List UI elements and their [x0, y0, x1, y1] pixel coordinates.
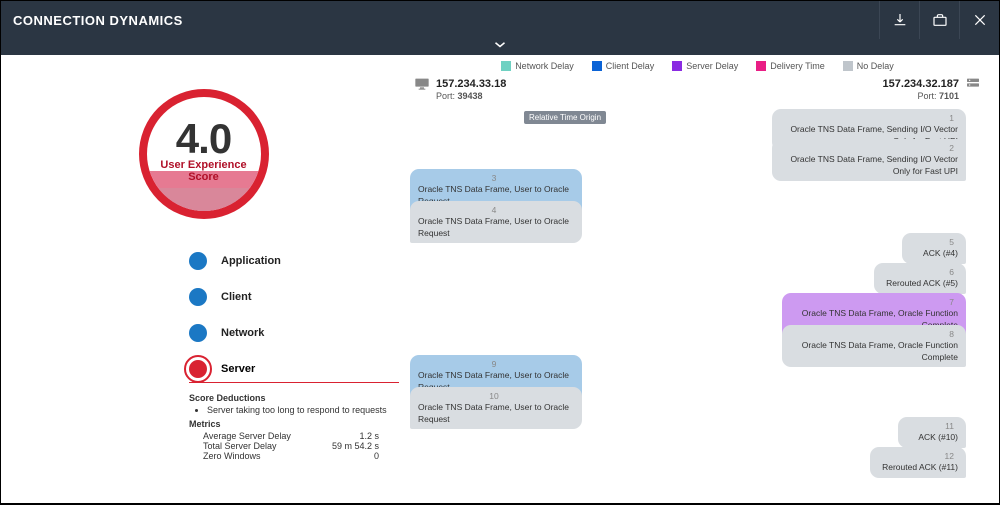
message-bubble[interactable]: 12Rerouted ACK (#11)	[870, 447, 966, 478]
ux-score-gauge: 4.0 User Experience Score	[139, 89, 269, 219]
legend: Network Delay Client Delay Server Delay Del…	[410, 59, 985, 77]
category-label: Application	[221, 255, 281, 267]
ux-score-label: User Experience Score	[147, 159, 261, 183]
category-application[interactable]: Application	[189, 243, 399, 279]
metric-row: Zero Windows0	[189, 451, 399, 461]
score-panel: 4.0 User Experience Score Application Cli…	[1, 55, 406, 503]
ux-score-value: 4.0	[147, 115, 261, 163]
briefcase-button[interactable]	[919, 1, 959, 39]
message-bubble[interactable]: 5ACK (#4)	[902, 233, 966, 264]
message-timeline[interactable]: Relative Time Origin 1Oracle TNS Data Fr…	[410, 109, 985, 493]
endpoints-row: 157.234.33.18 Port: 39438 157.234.32.187…	[410, 77, 985, 103]
metric-row: Average Server Delay1.2 s	[189, 431, 399, 441]
category-list: Application Client Network Server	[189, 243, 399, 383]
briefcase-icon	[932, 12, 948, 28]
download-icon	[892, 12, 908, 28]
legend-item: Server Delay	[672, 61, 738, 71]
legend-item: Client Delay	[592, 61, 655, 71]
page-title: CONNECTION DYNAMICS	[13, 13, 183, 28]
message-bubble[interactable]: 10Oracle TNS Data Frame, User to Oracle …	[410, 387, 582, 429]
category-label: Server	[221, 363, 255, 375]
expand-handle[interactable]	[1, 39, 999, 55]
legend-item: Delivery Time	[756, 61, 825, 71]
deductions-panel: Score Deductions Server taking too long …	[189, 389, 399, 461]
message-bubble[interactable]: 2Oracle TNS Data Frame, Sending I/O Vect…	[772, 139, 966, 181]
message-bubble[interactable]: 6Rerouted ACK (#5)	[874, 263, 966, 294]
server-ip: 157.234.32.187	[883, 77, 959, 91]
server-icon	[965, 77, 981, 91]
category-dot-icon	[189, 324, 207, 342]
category-client[interactable]: Client	[189, 279, 399, 315]
category-dot-icon	[189, 288, 207, 306]
category-label: Network	[221, 327, 264, 339]
download-button[interactable]	[879, 1, 919, 39]
metric-row: Total Server Delay59 m 54.2 s	[189, 441, 399, 451]
deductions-heading: Score Deductions	[189, 393, 399, 403]
message-bubble[interactable]: 4Oracle TNS Data Frame, User to Oracle R…	[410, 201, 582, 243]
category-dot-icon	[189, 360, 207, 378]
message-bubble[interactable]: 8Oracle TNS Data Frame, Oracle Function …	[782, 325, 966, 367]
category-label: Client	[221, 291, 252, 303]
legend-item: No Delay	[843, 61, 894, 71]
category-server[interactable]: Server	[189, 351, 399, 383]
category-dot-icon	[189, 252, 207, 270]
client-ip: 157.234.33.18	[436, 77, 506, 91]
timeline-panel: Network Delay Client Delay Server Delay Del…	[406, 55, 999, 503]
time-origin-badge: Relative Time Origin	[524, 111, 606, 124]
close-button[interactable]	[959, 1, 999, 39]
close-icon	[972, 12, 988, 28]
category-network[interactable]: Network	[189, 315, 399, 351]
header-bar: CONNECTION DYNAMICS	[1, 1, 999, 39]
message-bubble[interactable]: 11ACK (#10)	[898, 417, 966, 448]
chevron-down-icon	[491, 39, 509, 51]
endpoint-server: 157.234.32.187 Port: 7101	[883, 77, 981, 103]
endpoint-client: 157.234.33.18 Port: 39438	[414, 77, 506, 103]
legend-item: Network Delay	[501, 61, 574, 71]
deduction-item: Server taking too long to respond to req…	[207, 405, 399, 415]
metrics-heading: Metrics	[189, 419, 399, 429]
monitor-icon	[414, 77, 430, 91]
